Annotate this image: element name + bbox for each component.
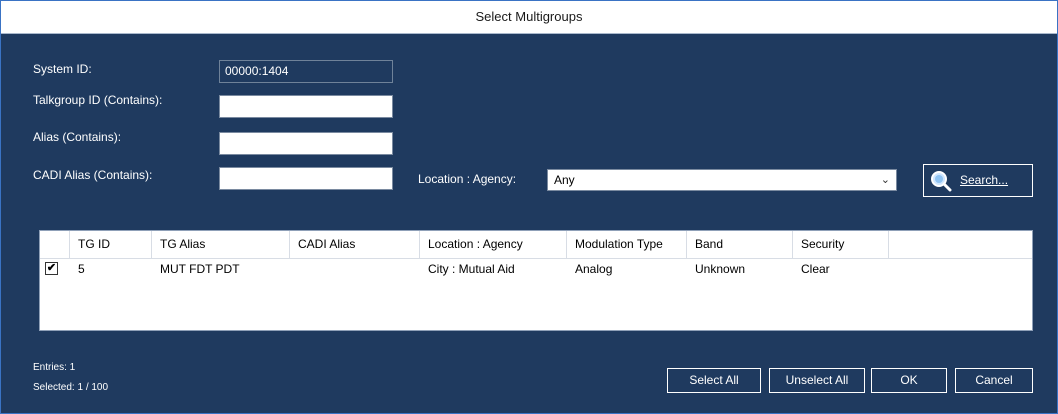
column-header-security[interactable]: Security [793, 231, 889, 258]
row-checkbox[interactable]: ✔ [45, 262, 58, 275]
column-header-tg-id[interactable]: TG ID [70, 231, 152, 258]
multigroup-grid: TG ID TG Alias CADI Alias Location : Age… [39, 230, 1033, 331]
window-title: Select Multigroups [1, 1, 1057, 34]
selected-count: Selected: 1 / 100 [33, 382, 109, 393]
system-id-label: System ID: [33, 62, 92, 76]
search-button[interactable]: Search... [923, 164, 1033, 197]
column-header-modulation-type[interactable]: Modulation Type [567, 231, 687, 258]
cadi-alias-input[interactable] [219, 167, 393, 190]
location-agency-selected: Any [554, 173, 575, 187]
cell-tg-alias: MUT FDT PDT [160, 262, 240, 276]
cadi-alias-label: CADI Alias (Contains): [33, 168, 153, 182]
column-header-location-agency[interactable]: Location : Agency [420, 231, 567, 258]
cell-location-agency: City : Mutual Aid [428, 262, 515, 276]
checkbox-column-header[interactable] [40, 231, 70, 258]
location-agency-label: Location : Agency: [418, 172, 517, 186]
select-all-button[interactable]: Select All [667, 368, 761, 393]
ok-button[interactable]: OK [871, 368, 947, 393]
cell-security: Clear [801, 262, 830, 276]
cell-modulation-type: Analog [575, 262, 613, 276]
column-header-cadi-alias[interactable]: CADI Alias [290, 231, 420, 258]
chevron-down-icon: ⌄ [880, 174, 890, 186]
cancel-button[interactable]: Cancel [955, 368, 1033, 393]
talkgroup-id-label: Talkgroup ID (Contains): [33, 93, 163, 107]
unselect-all-button[interactable]: Unselect All [769, 368, 865, 393]
column-header-band[interactable]: Band [687, 231, 793, 258]
location-agency-select[interactable]: Any ⌄ [547, 169, 897, 191]
cell-tg-id: 5 [78, 262, 85, 276]
dialog-window: Select Multigroups System ID: 00000:1404… [0, 0, 1058, 414]
talkgroup-id-input[interactable] [219, 95, 393, 118]
search-label: Search... [960, 173, 1009, 187]
entries-count: Entries: 1 [33, 362, 76, 373]
grid-header: TG ID TG Alias CADI Alias Location : Age… [40, 231, 1032, 259]
column-header-tg-alias[interactable]: TG Alias [152, 231, 290, 258]
system-id-field: 00000:1404 [219, 60, 393, 83]
alias-label: Alias (Contains): [33, 130, 122, 144]
alias-input[interactable] [219, 132, 393, 155]
dialog-body: System ID: 00000:1404 Talkgroup ID (Cont… [9, 34, 1049, 408]
cell-band: Unknown [695, 262, 746, 276]
magnifier-icon [930, 170, 952, 192]
cell-cadi-alias [290, 258, 420, 280]
